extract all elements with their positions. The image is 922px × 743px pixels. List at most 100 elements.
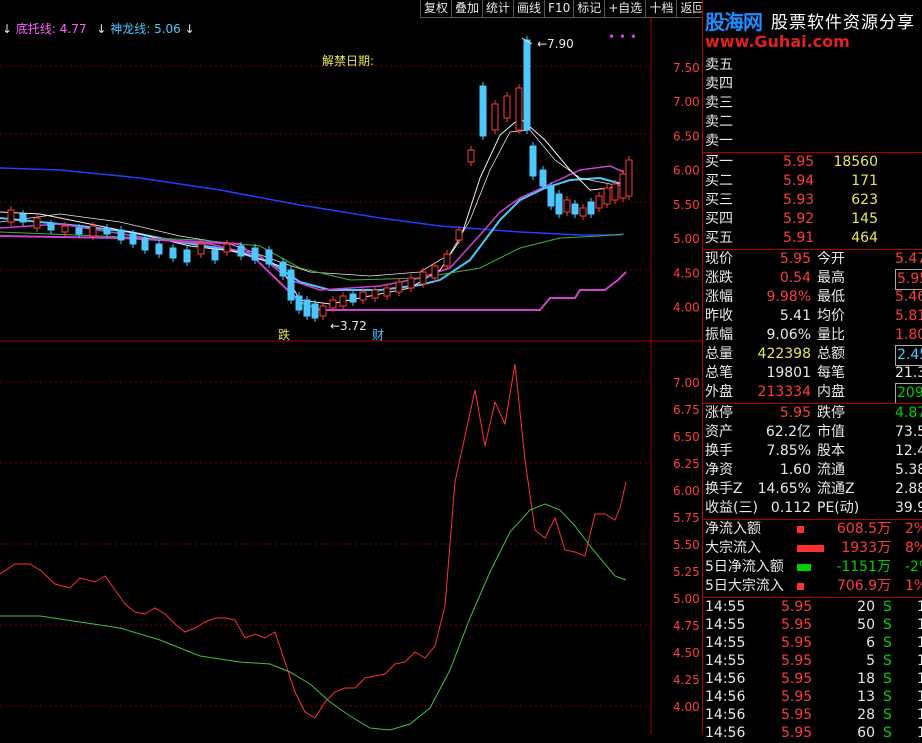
quote-label: 涨跌 xyxy=(705,270,733,286)
indicator-header: ↓ 底托线: 4.77 ↓ 神龙线: 5.06 ↓ xyxy=(2,20,195,37)
buy-price: 5.92 xyxy=(783,211,815,227)
candle-body xyxy=(611,183,619,201)
flow-label: 净流入额 xyxy=(705,521,761,537)
tick-volume: 28 xyxy=(857,707,875,723)
tick-count: 1 xyxy=(917,707,922,723)
tick-time: 14:56 xyxy=(705,671,746,687)
f10-button[interactable]: F10 xyxy=(544,0,574,18)
y-axis-tick: 4.75 xyxy=(673,619,700,633)
candle-body xyxy=(265,249,273,265)
tick-time: 14:55 xyxy=(705,617,746,633)
fund-label: 资产 xyxy=(705,424,733,440)
candle-body xyxy=(211,249,219,261)
y-axis-tick: 5.50 xyxy=(673,538,700,552)
tick-row: 14:56 5.95 28 S 1 xyxy=(703,706,922,725)
candle-body xyxy=(579,207,587,217)
indicator-panel[interactable]: 7.00 6.75 6.50 6.25 6.00 5.75 5.50 5.25 5.00 4.75… xyxy=(0,342,702,734)
y-axis-tick: 6.75 xyxy=(673,403,700,417)
quote-row: 外盘 213334 内盘 209064 xyxy=(703,383,922,404)
candle-body xyxy=(455,229,463,241)
flow-value: -1151万 xyxy=(836,559,891,575)
quote-value: 213334 xyxy=(757,384,811,400)
fundamental-row: 换手 7.85% 股本 12.4亿 xyxy=(703,442,922,461)
buy-price: 5.95 xyxy=(783,154,815,170)
flow-bar xyxy=(797,545,824,552)
fund-label: 换手 xyxy=(705,443,733,459)
tick-side: S xyxy=(883,689,892,705)
tick-side: S xyxy=(883,653,892,669)
capital-flow-row: 5日净流入额 -1151万 -2% xyxy=(703,558,922,577)
flow-value: 1933万 xyxy=(841,540,891,556)
buy-price: 5.94 xyxy=(783,173,815,189)
buy-label: 买三 xyxy=(705,192,733,208)
y-axis-tick: 7.00 xyxy=(673,376,700,390)
tick-time: 14:56 xyxy=(705,707,746,723)
ten-level-button[interactable]: 十档 xyxy=(645,0,677,18)
flow-pct: -2% xyxy=(905,559,922,575)
fund-value: 39.9 xyxy=(895,500,922,516)
y-axis-tick: 6.00 xyxy=(673,484,700,498)
candle-body xyxy=(141,237,149,251)
fund-value: 12.4亿 xyxy=(895,443,922,459)
y-axis-tick: 6.00 xyxy=(673,164,700,178)
draw-line-button[interactable]: 画线 xyxy=(513,0,545,18)
tick-count: 1 xyxy=(917,635,922,651)
candle-body xyxy=(539,169,547,187)
candle-body xyxy=(303,299,311,317)
tick-row: 14:55 5.95 6 S 1 xyxy=(703,634,922,653)
flow-value: 608.5万 xyxy=(836,521,891,537)
candle-body xyxy=(61,225,69,233)
quote-value: 5.41 xyxy=(779,308,811,324)
quote-row: 涨跌 0.54 最高 5.95 xyxy=(703,269,922,290)
capital-flow-row: 净流入额 608.5万 2% xyxy=(703,520,922,539)
overlay-button[interactable]: 叠加 xyxy=(451,0,483,18)
quote-row: 总量 422398 总额 2.45亿 xyxy=(703,345,922,366)
sell-order-row: 卖一 xyxy=(703,132,922,151)
tick-price: 5.95 xyxy=(781,671,813,687)
kline-chart-area[interactable]: 7.50 7.00 6.50 6.00 5.50 5.00 4.50 4.00 ←7.90 ←3.… xyxy=(0,0,702,734)
y-axis-tick: 5.50 xyxy=(673,198,700,212)
tick-side: S xyxy=(883,599,892,615)
buy-label: 买二 xyxy=(705,173,733,189)
sell-label: 卖二 xyxy=(705,114,733,130)
mark-button[interactable]: 标记 xyxy=(573,0,605,18)
arrow-down-icon: ↓ xyxy=(96,22,107,36)
candle-body xyxy=(625,159,633,197)
toolbar: 复权 叠加 统计 画线 F10 标记 +自选 十档 返回 xyxy=(420,0,708,18)
stats-button[interactable]: 统计 xyxy=(482,0,514,18)
fund-value: 5.38亿 xyxy=(895,462,922,478)
candle-body xyxy=(287,269,295,301)
candle-body xyxy=(563,199,571,213)
buy-volume: 171 xyxy=(851,173,878,189)
fund-value: 2.88亿 xyxy=(895,481,922,497)
quote-label: 总量 xyxy=(705,346,733,362)
logo-slogan: 股票软件资源分享 xyxy=(771,8,915,33)
buy-volume: 623 xyxy=(851,192,878,208)
candle-body xyxy=(371,289,379,299)
tick-row: 14:56 5.95 18 S 1 xyxy=(703,670,922,689)
fund-value: 73.5亿 xyxy=(895,424,922,440)
add-watchlist-button[interactable]: +自选 xyxy=(604,0,646,18)
quote-label: 外盘 xyxy=(705,384,733,400)
buy-order-row: 买二 5.94 171 xyxy=(703,172,922,191)
quote-row: 涨幅 9.98% 最低 5.46 xyxy=(703,288,922,307)
candle-body xyxy=(169,247,177,259)
y-axis-tick: 6.25 xyxy=(673,457,700,471)
sell-label: 卖一 xyxy=(705,133,733,149)
tick-side: S xyxy=(883,671,892,687)
tick-time: 14:55 xyxy=(705,635,746,651)
quote-label: 振幅 xyxy=(705,327,733,343)
tick-volume: 6 xyxy=(866,635,875,651)
fundamental-row: 收益(三) 0.112 PE(动) 39.9 xyxy=(703,499,922,518)
quote-value: 5.81 xyxy=(895,308,922,324)
tick-volume: 18 xyxy=(857,671,875,687)
y-axis-tick: 4.25 xyxy=(673,673,700,687)
candle-body xyxy=(491,103,499,131)
restore-rights-button[interactable]: 复权 xyxy=(420,0,452,18)
tick-volume: 13 xyxy=(857,689,875,705)
candle-body xyxy=(587,201,595,215)
arrow-down-icon: ↓ xyxy=(184,22,195,36)
quote-label: 每笔 xyxy=(817,365,845,381)
y-axis-tick: 4.50 xyxy=(673,646,700,660)
fund-label: 跌停 xyxy=(817,405,845,421)
